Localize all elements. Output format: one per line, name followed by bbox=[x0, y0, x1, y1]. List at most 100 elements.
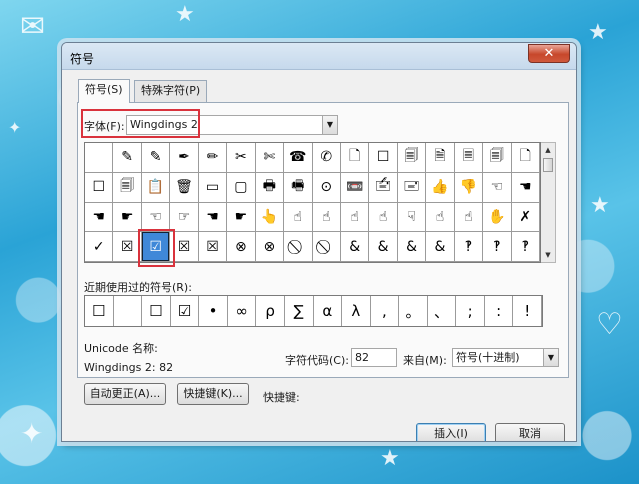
symbol-cell[interactable]: ☟ bbox=[397, 202, 427, 233]
symbol-cell[interactable]: ⊗ bbox=[227, 232, 256, 262]
shortcut-key-button[interactable]: 快捷键(K)... bbox=[177, 383, 249, 405]
symbol-dialog: 符号 ✕ 符号(S) 特殊字符(P) 字体(F): Wingdings 2 ▼ … bbox=[61, 42, 577, 442]
symbol-cell[interactable]: ‽ bbox=[511, 232, 540, 262]
tab-symbols[interactable]: 符号(S) bbox=[78, 79, 130, 103]
recent-symbol-cell[interactable]: ∑ bbox=[285, 296, 314, 326]
symbol-cell[interactable]: ⊙ bbox=[312, 172, 341, 203]
symbol-cell[interactable]: & bbox=[369, 232, 398, 262]
symbol-cell[interactable]: ⊗ bbox=[255, 232, 285, 262]
symbol-cell[interactable]: 🖷 bbox=[284, 172, 313, 203]
symbol-cell[interactable]: 🗐 bbox=[483, 143, 512, 173]
recent-symbol-cell[interactable]: ☑ bbox=[171, 296, 200, 326]
symbol-cell[interactable]: ☝ bbox=[340, 202, 370, 233]
symbol-cell[interactable]: 📋 bbox=[141, 172, 171, 203]
symbol-cell[interactable]: ☝ bbox=[369, 202, 398, 233]
scroll-down-icon[interactable]: ▼ bbox=[541, 248, 555, 262]
char-code-input[interactable]: 82 bbox=[351, 348, 397, 367]
recent-symbol-cell[interactable]: : bbox=[485, 296, 514, 326]
recent-symbol-cell[interactable]: ∞ bbox=[228, 296, 257, 326]
scroll-up-icon[interactable]: ▲ bbox=[541, 143, 555, 157]
symbol-cell[interactable] bbox=[85, 143, 114, 173]
symbol-cell[interactable]: ▭ bbox=[198, 172, 228, 203]
symbol-cell[interactable]: ✏ bbox=[198, 143, 228, 173]
close-button[interactable]: ✕ bbox=[528, 44, 570, 63]
symbol-cell[interactable]: 🖆 bbox=[369, 172, 398, 203]
recent-symbol-cell[interactable]: ☐ bbox=[142, 296, 171, 326]
symbol-cell[interactable]: ☒ bbox=[113, 232, 142, 262]
symbol-cell[interactable]: & bbox=[426, 232, 455, 262]
recent-symbol-cell[interactable]: • bbox=[199, 296, 228, 326]
symbol-cell[interactable]: ☒ bbox=[198, 232, 228, 262]
symbol-cell[interactable]: ✆ bbox=[312, 143, 341, 173]
symbol-cell[interactable]: ✎ bbox=[113, 143, 142, 173]
symbol-cell[interactable]: 🗋 bbox=[340, 143, 370, 173]
symbol-cell[interactable]: ☝ bbox=[312, 202, 341, 233]
recent-symbol-cell[interactable]: ρ bbox=[256, 296, 285, 326]
symbol-cell[interactable]: ✎ bbox=[141, 143, 171, 173]
symbol-cell[interactable]: ✋ bbox=[483, 202, 512, 233]
recent-symbol-cell[interactable]: 、 bbox=[428, 296, 457, 326]
symbol-cell[interactable]: ☝ bbox=[284, 202, 313, 233]
autocorrect-button[interactable]: 自动更正(A)... bbox=[84, 383, 166, 405]
symbol-cell[interactable]: 🗏 bbox=[454, 143, 484, 173]
symbol-cell[interactable]: ☎ bbox=[284, 143, 313, 173]
recent-symbol-cell[interactable]: , bbox=[371, 296, 400, 326]
star-decoration-icon: ✦ bbox=[20, 417, 44, 450]
from-select[interactable]: 符号(十进制) ▼ bbox=[452, 348, 559, 367]
symbol-grid-scrollbar[interactable]: ▲ ▼ bbox=[541, 142, 556, 263]
symbol-cell[interactable]: ‽ bbox=[483, 232, 512, 262]
recent-symbol-cell[interactable]: α bbox=[314, 296, 343, 326]
symbol-cell[interactable]: & bbox=[397, 232, 427, 262]
scroll-thumb[interactable] bbox=[543, 158, 553, 172]
symbol-cell[interactable]: ☚ bbox=[85, 202, 114, 233]
title-bar: 符号 ✕ bbox=[62, 43, 576, 70]
symbol-cell[interactable]: 🗋 bbox=[511, 143, 540, 173]
symbol-cell[interactable]: & bbox=[340, 232, 370, 262]
tab-special-characters[interactable]: 特殊字符(P) bbox=[134, 80, 208, 102]
symbol-cell[interactable]: ✓ bbox=[85, 232, 114, 262]
symbol-cell[interactable]: ☚ bbox=[198, 202, 228, 233]
symbol-cell[interactable]: 🗐 bbox=[113, 172, 142, 203]
symbol-cell[interactable]: 👎 bbox=[454, 172, 484, 203]
symbol-cell[interactable]: ▢ bbox=[227, 172, 256, 203]
symbol-cell[interactable]: 🖃 bbox=[397, 172, 427, 203]
symbol-cell[interactable]: ☞ bbox=[170, 202, 199, 233]
symbol-cell[interactable]: 🗎 bbox=[426, 143, 455, 173]
font-select[interactable]: Wingdings 2 ▼ bbox=[126, 115, 338, 135]
symbol-cell[interactable]: ☐ bbox=[369, 143, 398, 173]
symbol-cell[interactable]: ⃠ bbox=[312, 232, 341, 262]
chevron-down-icon[interactable]: ▼ bbox=[322, 115, 338, 135]
symbol-cell[interactable]: 📼 bbox=[340, 172, 370, 203]
symbol-cell[interactable]: 🖶 bbox=[255, 172, 285, 203]
recent-symbol-cell[interactable]: λ bbox=[342, 296, 371, 326]
chevron-down-icon[interactable]: ▼ bbox=[543, 348, 559, 367]
symbol-cell[interactable]: 👆 bbox=[255, 202, 285, 233]
recent-symbol-cell[interactable] bbox=[114, 296, 143, 326]
symbol-cell-selected[interactable]: ☑ bbox=[141, 232, 171, 262]
symbol-cell[interactable]: 👍 bbox=[426, 172, 455, 203]
symbol-cell[interactable]: ☜ bbox=[141, 202, 171, 233]
recent-symbol-cell[interactable]: ☐ bbox=[85, 296, 114, 326]
symbol-cell[interactable]: 🗐 bbox=[397, 143, 427, 173]
symbol-cell[interactable]: ☒ bbox=[170, 232, 199, 262]
symbol-cell[interactable]: ☝ bbox=[454, 202, 484, 233]
recent-symbol-cell[interactable]: 。 bbox=[399, 296, 428, 326]
symbol-cell[interactable]: ⃠ bbox=[284, 232, 313, 262]
symbol-cell[interactable]: ☜ bbox=[483, 172, 512, 203]
symbol-cell[interactable]: ✒ bbox=[170, 143, 199, 173]
cancel-button[interactable]: 取消 bbox=[495, 423, 565, 441]
recent-symbol-cell[interactable]: ; bbox=[456, 296, 485, 326]
symbol-cell[interactable]: ☚ bbox=[511, 172, 540, 203]
symbol-cell[interactable]: ✄ bbox=[255, 143, 285, 173]
symbol-cell[interactable]: ☐ bbox=[85, 172, 114, 203]
symbol-cell[interactable]: ☛ bbox=[227, 202, 256, 233]
symbol-cell[interactable]: ✂ bbox=[227, 143, 256, 173]
symbol-grid: ✎ ✎ ✒ ✏ ✂ ✄ ☎ ✆ 🗋 ☐ 🗐 🗎 🗏 🗐 🗋 ☐ 🗐 📋 🗑 ▭ ▢ 🖶 🖷 ⊙ 📼 🖆 🖃 👍 👎 ☜ ☚ ☚ ☛ ☜ ☞ ☚ ☛ 👆 ☝ ☝… bbox=[84, 142, 541, 263]
symbol-cell[interactable]: 🗑 bbox=[170, 172, 199, 203]
symbol-cell[interactable]: ☛ bbox=[113, 202, 142, 233]
symbol-cell[interactable]: ‽ bbox=[454, 232, 484, 262]
insert-button[interactable]: 插入(I) bbox=[416, 423, 486, 441]
recent-symbol-cell[interactable]: ! bbox=[513, 296, 542, 326]
symbol-cell[interactable]: ☝ bbox=[426, 202, 455, 233]
symbol-cell[interactable]: ✗ bbox=[511, 202, 540, 233]
